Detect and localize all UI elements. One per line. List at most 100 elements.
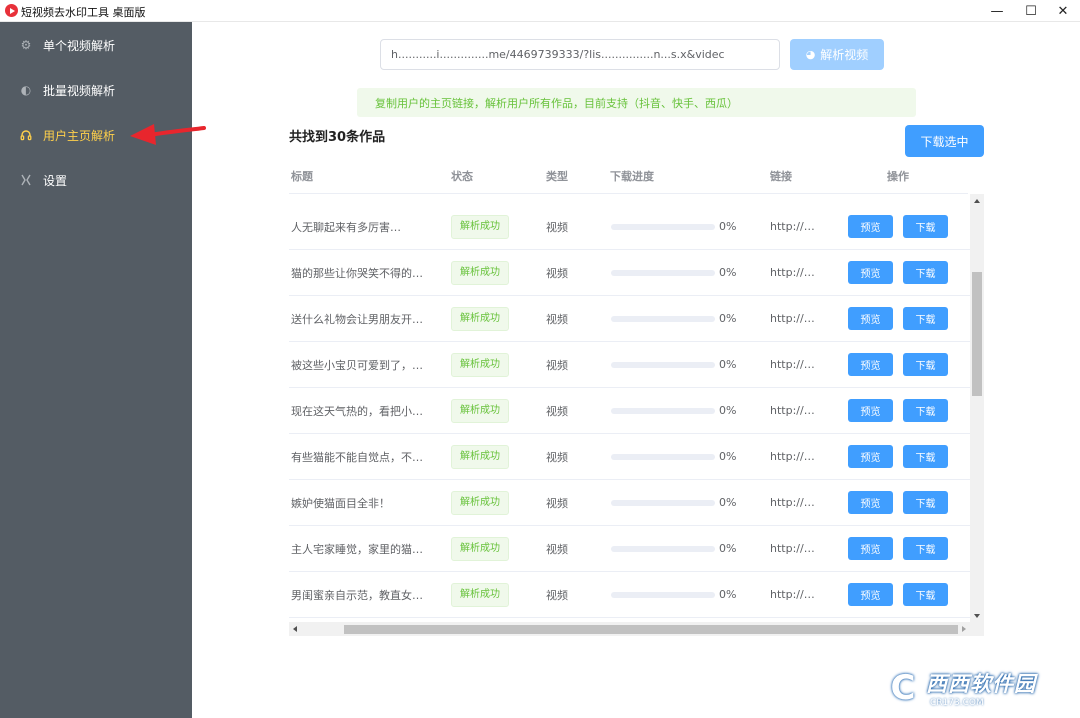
row-progress: 0% xyxy=(611,526,736,571)
row-link[interactable]: http://… xyxy=(770,526,815,571)
row-progress: 0% xyxy=(611,434,736,479)
table-row[interactable]: 有些猫能不能自觉点，不… 解析成功 视频 0% http://… 预览 下载 xyxy=(289,434,970,480)
row-title-text: 嫉妒使猫面目全非！ xyxy=(291,496,390,510)
maximize-button[interactable]: ☐ xyxy=(1014,0,1048,22)
preview-button[interactable]: 预览 xyxy=(848,353,893,376)
preview-button[interactable]: 预览 xyxy=(848,583,893,606)
column-header-link: 链接 xyxy=(770,170,792,183)
sidebar-item-settings[interactable]: 设置 xyxy=(0,158,192,202)
download-button[interactable]: 下载 xyxy=(903,537,948,560)
title-bar: 短视频去水印工具 桌面版 — ☐ ✕ xyxy=(0,0,1080,22)
progress-bar xyxy=(611,545,715,552)
scroll-right-icon[interactable] xyxy=(962,626,966,632)
vertical-scroll-thumb[interactable] xyxy=(972,272,982,396)
cross-arrows-icon xyxy=(19,173,33,187)
progress-bar xyxy=(611,499,715,506)
download-button[interactable]: 下载 xyxy=(903,307,948,330)
row-link[interactable]: http://… xyxy=(770,388,815,433)
row-preview-cell: 预览 xyxy=(848,572,893,617)
row-progress: 0% xyxy=(611,296,736,341)
info-tip: 复制用户的主页链接，解析用户所有作品，目前支持（抖音、快手、西瓜） xyxy=(357,88,916,117)
row-link[interactable]: http://… xyxy=(770,342,815,387)
row-link[interactable]: http://… xyxy=(770,434,815,479)
sidebar-item-single-video[interactable]: ⚙ 单个视频解析 xyxy=(0,23,192,67)
download-selected-button[interactable]: 下载选中 xyxy=(905,125,984,157)
table-row[interactable]: 主人宅家睡觉，家里的猫… 解析成功 视频 0% http://… 预览 下载 xyxy=(289,526,970,572)
table-row[interactable]: 猫的那些让你哭笑不得的… 解析成功 视频 0% http://… 预览 下载 xyxy=(289,250,970,296)
row-link[interactable]: http://… xyxy=(770,296,815,341)
watermark-name: 西西软件园 xyxy=(926,672,1036,696)
row-link[interactable]: http://… xyxy=(770,572,815,617)
table-row[interactable]: 嫉妒使猫面目全非！ 解析成功 视频 0% http://… 预览 下载 xyxy=(289,480,970,526)
progress-text: 0% xyxy=(719,220,737,233)
download-button[interactable]: 下载 xyxy=(903,261,948,284)
scroll-left-icon[interactable] xyxy=(293,626,297,632)
download-button[interactable]: 下载 xyxy=(903,491,948,514)
status-badge: 解析成功 xyxy=(451,352,509,377)
row-title-text: 人无聊起来有多厉害… xyxy=(291,220,401,234)
table-row[interactable]: 男闺蜜亲自示范，教直女… 解析成功 视频 0% http://… 预览 下载 xyxy=(289,572,970,618)
column-header-title: 标题 xyxy=(291,170,313,183)
progress-bar xyxy=(611,315,715,322)
row-status: 解析成功 xyxy=(451,434,509,479)
parse-video-button[interactable]: ◕ 解析视频 xyxy=(790,39,884,70)
column-header-status: 状态 xyxy=(451,170,473,183)
watermark-domain: CR173.COM xyxy=(930,698,984,708)
progress-text: 0% xyxy=(719,358,737,371)
horizontal-scroll-thumb[interactable] xyxy=(344,625,958,634)
row-title: 猫的那些让你哭笑不得的… xyxy=(291,250,441,295)
table-row[interactable]: 人无聊起来有多厉害… 解析成功 视频 0% http://… 预览 下载 xyxy=(289,204,970,250)
sidebar-item-batch-video[interactable]: ◐ 批量视频解析 xyxy=(0,68,192,112)
search-input[interactable] xyxy=(380,39,780,70)
preview-button[interactable]: 预览 xyxy=(848,215,893,238)
table-body[interactable]: 人无聊起来有多厉害… 解析成功 视频 0% http://… 预览 下载 猫的那些让你哭笑不得… xyxy=(289,194,970,622)
download-button[interactable]: 下载 xyxy=(903,215,948,238)
sidebar-item-label: 用户主页解析 xyxy=(43,128,116,143)
row-type: 视频 xyxy=(546,404,568,418)
minimize-button[interactable]: — xyxy=(980,0,1014,22)
progress-text: 0% xyxy=(719,312,737,325)
preview-button[interactable]: 预览 xyxy=(848,307,893,330)
download-button[interactable]: 下载 xyxy=(903,399,948,422)
progress-text: 0% xyxy=(719,542,737,555)
result-count-title: 共找到30条作品 xyxy=(289,130,386,145)
download-button[interactable]: 下载 xyxy=(903,583,948,606)
sidebar-item-label: 批量视频解析 xyxy=(43,83,116,98)
row-progress: 0% xyxy=(611,572,736,617)
row-download-cell: 下载 xyxy=(903,434,948,479)
progress-bar xyxy=(611,361,715,368)
row-type: 视频 xyxy=(546,496,568,510)
row-status: 解析成功 xyxy=(451,296,509,341)
row-title: 男闺蜜亲自示范，教直女… xyxy=(291,572,441,617)
preview-button[interactable]: 预览 xyxy=(848,491,893,514)
preview-button[interactable]: 预览 xyxy=(848,261,893,284)
progress-text: 0% xyxy=(719,496,737,509)
row-download-cell: 下载 xyxy=(903,526,948,571)
row-progress: 0% xyxy=(611,250,736,295)
row-title-text: 主人宅家睡觉，家里的猫… xyxy=(291,542,423,556)
table-row[interactable]: 被这些小宝贝可爱到了，… 解析成功 视频 0% http://… 预览 下载 xyxy=(289,342,970,388)
sidebar-item-user-homepage[interactable]: 用户主页解析 xyxy=(0,113,192,157)
row-type: 视频 xyxy=(546,588,568,602)
table-row[interactable]: 现在这天气热的，看把小… 解析成功 视频 0% http://… 预览 下载 xyxy=(289,388,970,434)
row-preview-cell: 预览 xyxy=(848,434,893,479)
download-button[interactable]: 下载 xyxy=(903,353,948,376)
row-download-cell: 下载 xyxy=(903,342,948,387)
horizontal-scrollbar[interactable] xyxy=(289,622,984,636)
column-header-actions: 操作 xyxy=(887,170,909,183)
progress-text: 0% xyxy=(719,404,737,417)
row-link[interactable]: http://… xyxy=(770,250,815,295)
close-button[interactable]: ✕ xyxy=(1046,0,1080,22)
preview-button[interactable]: 预览 xyxy=(848,445,893,468)
table-row[interactable]: 送什么礼物会让男朋友开… 解析成功 视频 0% http://… 预览 下载 xyxy=(289,296,970,342)
scroll-down-icon[interactable] xyxy=(974,614,980,618)
preview-button[interactable]: 预览 xyxy=(848,399,893,422)
row-link[interactable]: http://… xyxy=(770,480,815,525)
row-link[interactable]: http://… xyxy=(770,204,815,249)
scroll-up-icon[interactable] xyxy=(974,199,980,203)
half-circle-icon: ◐ xyxy=(20,83,32,97)
vertical-scrollbar[interactable] xyxy=(970,194,984,622)
row-title-text: 男闺蜜亲自示范，教直女… xyxy=(291,588,423,602)
preview-button[interactable]: 预览 xyxy=(848,537,893,560)
download-button[interactable]: 下载 xyxy=(903,445,948,468)
